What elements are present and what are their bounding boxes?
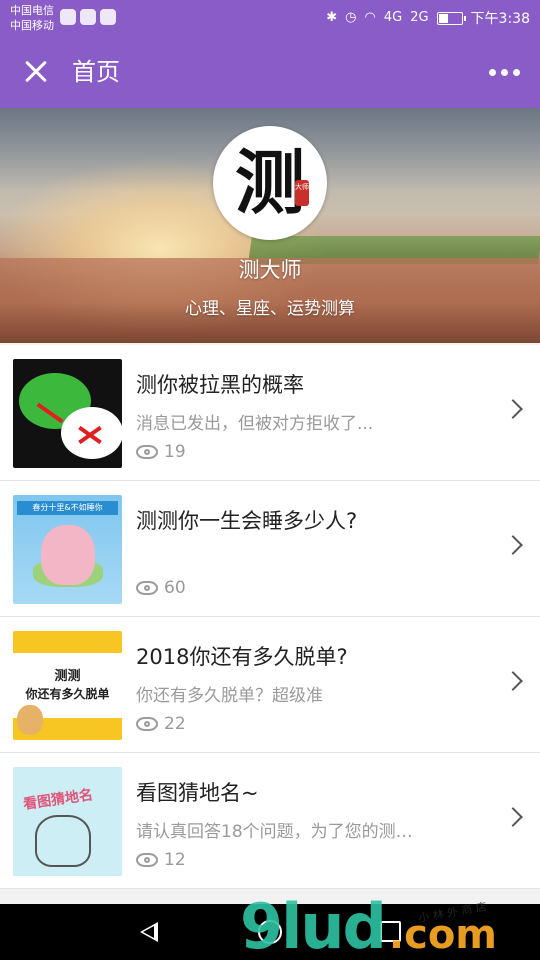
quiz-list: 测你被拉黑的概率 消息已发出，但被对方拒收了... 19 春分十里&不如睡你 测… <box>0 345 540 889</box>
chevron-right-icon <box>503 671 523 691</box>
chevron-right-icon <box>503 807 523 827</box>
chevron-right-icon <box>503 399 523 419</box>
more-dots-icon[interactable] <box>486 62 522 82</box>
yellow-band-top <box>13 631 122 653</box>
list-item[interactable]: 看图猜地名 看图猜地名~ 请认真回答18个问题，为了您的测… 12 <box>0 753 540 889</box>
eye-icon <box>136 717 158 731</box>
eye-icon <box>136 581 158 595</box>
carrier-1: 中国电信 <box>10 4 54 17</box>
wifi-icon: ◠ <box>364 10 376 25</box>
back-triangle-icon[interactable] <box>140 922 158 942</box>
more-dot <box>512 68 520 76</box>
thumbnail-text-2: 你还有多久脱单 <box>25 687 110 701</box>
thumbnail-banner-text: 春分十里&不如睡你 <box>17 501 118 515</box>
view-count: 19 <box>136 442 186 462</box>
chevron-right-icon <box>503 535 523 555</box>
view-count: 22 <box>136 714 186 734</box>
doge-icon <box>17 705 43 735</box>
view-count-value: 60 <box>164 578 186 598</box>
item-title: 2018你还有多久脱单? <box>136 645 348 669</box>
logo-seal: 大师 <box>295 180 309 206</box>
view-count-value: 12 <box>164 850 186 870</box>
view-count: 12 <box>136 850 186 870</box>
view-count-value: 22 <box>164 714 186 734</box>
battery-level <box>438 13 448 23</box>
list-item[interactable]: 测测 你还有多久脱单 2018你还有多久脱单? 你还有多久脱单？超级准 22 <box>0 617 540 753</box>
thumbnail-sleep: 春分十里&不如睡你 <box>13 495 122 604</box>
view-count-value: 19 <box>164 442 186 462</box>
eye-icon <box>136 445 158 459</box>
thumbnail-text: 看图猜地名 <box>22 787 94 813</box>
clock: 下午3:38 <box>470 11 530 27</box>
signal-2g-icon: 2G <box>410 10 429 25</box>
carrier-2: 中国移动 <box>10 19 54 32</box>
alarm-icon: ◷ <box>345 10 357 25</box>
item-title: 看图猜地名~ <box>136 781 259 805</box>
brand-subtitle: 心理、星座、运势测算 <box>185 299 355 319</box>
home-circle-icon[interactable] <box>258 920 282 944</box>
status-bar: 中国电信 中国移动 ✱ ◷ ◠ 4G 2G 下午3:38 <box>0 0 540 36</box>
thumbnail-single: 测测 你还有多久脱单 <box>13 631 122 740</box>
nav-bar: 首页 <box>0 36 540 108</box>
battery-icon <box>436 11 466 25</box>
sketch-figure <box>35 815 91 867</box>
eye-icon <box>136 853 158 867</box>
thumbnail-blocked-chat <box>13 359 122 468</box>
logo-character: 测 <box>235 141 305 224</box>
telegram-app-icon <box>80 9 96 25</box>
more-dot <box>488 68 496 76</box>
more-dot <box>500 68 508 76</box>
list-item[interactable]: 测你被拉黑的概率 消息已发出，但被对方拒收了... 19 <box>0 345 540 481</box>
recent-apps-square-icon[interactable] <box>380 921 401 942</box>
page-title: 首页 <box>72 58 120 86</box>
item-desc: 你还有多久脱单？超级准 <box>136 686 323 706</box>
item-desc: 消息已发出，但被对方拒收了... <box>136 414 374 434</box>
cartoon-figure <box>41 525 95 585</box>
list-item[interactable]: 春分十里&不如睡你 测测你一生会睡多少人? 60 <box>0 481 540 617</box>
item-title: 测你被拉黑的概率 <box>136 373 304 397</box>
item-title: 测测你一生会睡多少人? <box>136 509 358 533</box>
bluetooth-icon: ✱ <box>326 10 338 25</box>
close-icon[interactable] <box>20 56 52 88</box>
item-desc: 请认真回答18个问题，为了您的测… <box>136 822 413 842</box>
carrier-labels: 中国电信 中国移动 <box>10 3 54 33</box>
profile-banner: 测 大师 测大师 心理、星座、运势测算 <box>0 108 540 343</box>
system-nav-bar <box>0 904 540 960</box>
brand-name: 测大师 <box>238 258 302 282</box>
thumbnail-text-1: 测测 <box>54 669 81 684</box>
status-right: ✱ ◷ ◠ 4G 2G 下午3:38 <box>326 8 530 28</box>
thumbnail-guess-place: 看图猜地名 <box>13 767 122 876</box>
message-app-icon <box>100 9 116 25</box>
brand-logo: 测 大师 <box>213 126 327 240</box>
signal-4g-icon: 4G <box>383 10 403 25</box>
video-app-icon <box>60 9 76 25</box>
view-count: 60 <box>136 578 186 598</box>
notification-icons <box>60 9 116 25</box>
